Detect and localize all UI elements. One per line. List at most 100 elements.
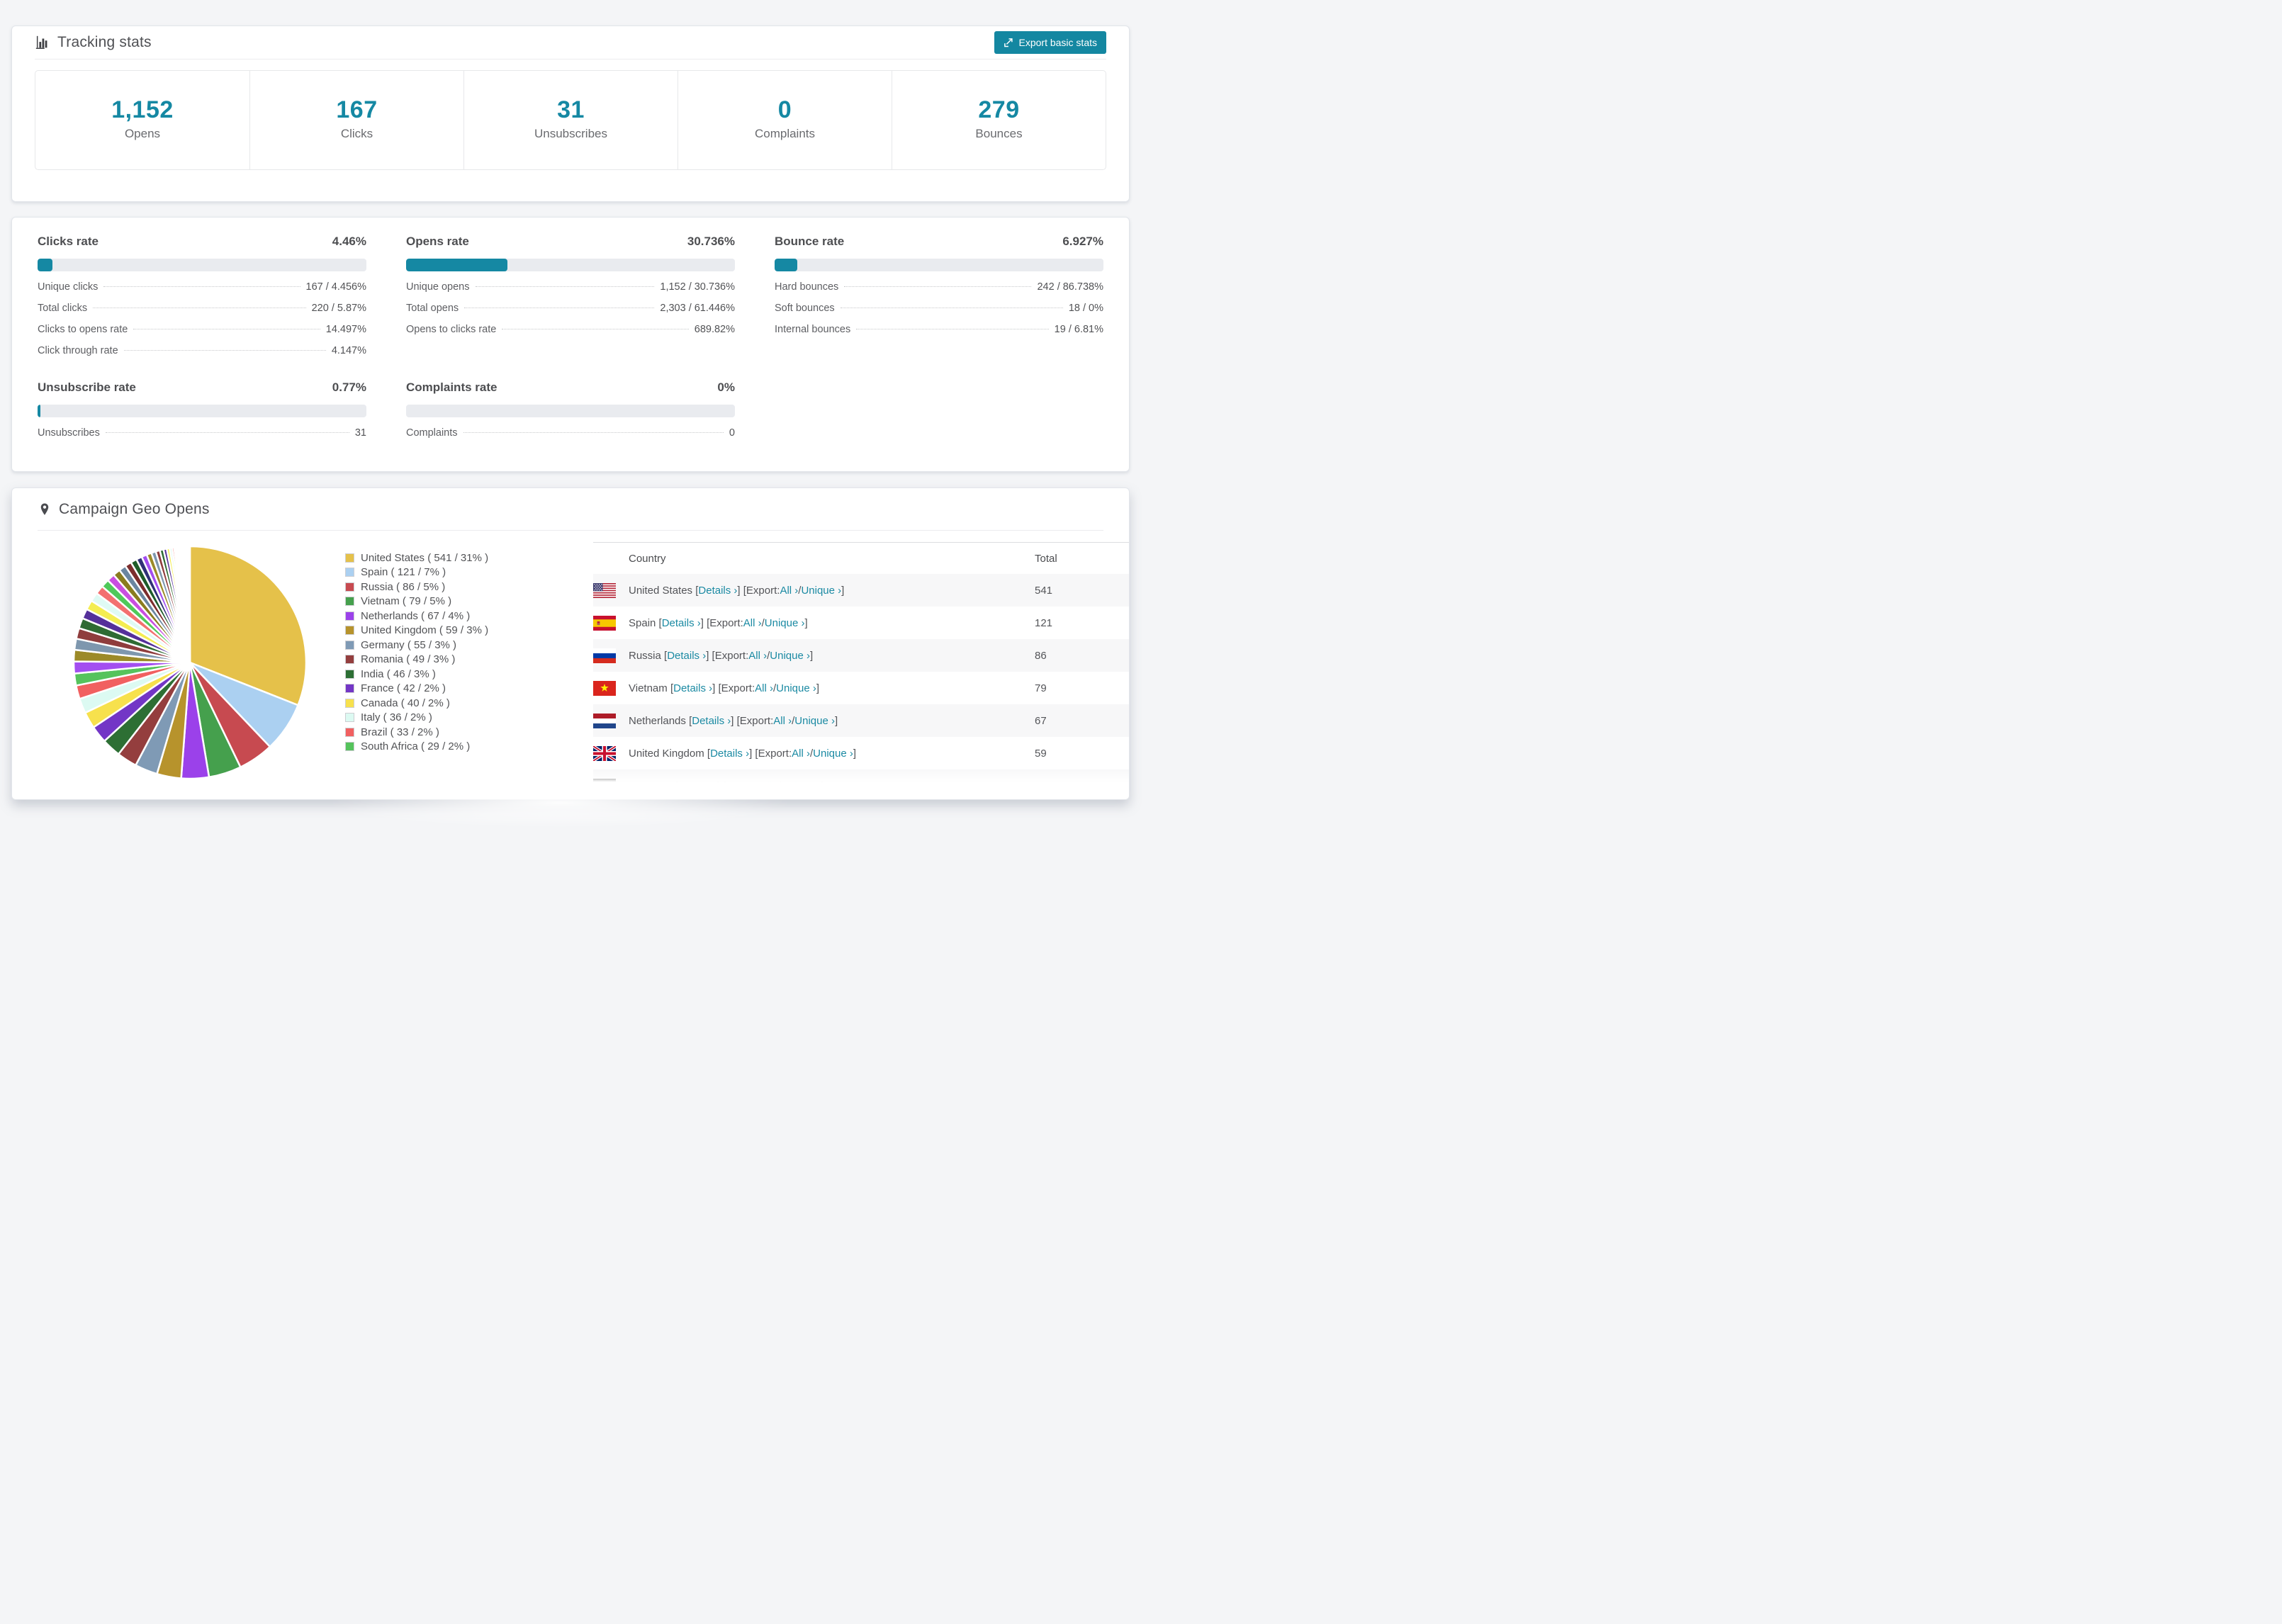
- export-all-link[interactable]: All ›: [792, 748, 810, 760]
- stat-line-label: Opens to clicks rate: [406, 324, 497, 335]
- legend-item-france[interactable]: France ( 42 / 2% ): [345, 682, 576, 697]
- details-link[interactable]: Details ›: [710, 748, 749, 760]
- export-unique-link[interactable]: Unique ›: [776, 682, 816, 694]
- geo-table-rows: United States [Details ›] [Export: All ›…: [593, 574, 1129, 786]
- stat-line-total-opens: Total opens 2,303 / 61.446%: [406, 303, 735, 324]
- country-flag-us: [593, 582, 616, 598]
- export-all-link[interactable]: All ›: [743, 617, 762, 629]
- legend-item-romania[interactable]: Romania ( 49 / 3% ): [345, 653, 576, 667]
- export-all-link[interactable]: All ›: [760, 780, 778, 786]
- stat-line-label: Clicks to opens rate: [38, 324, 128, 335]
- export-basic-stats-button[interactable]: Export basic stats: [994, 31, 1106, 54]
- pie-slice-other-65[interactable]: [189, 545, 191, 664]
- legend-item-brazil[interactable]: Brazil ( 33 / 2% ): [345, 725, 576, 740]
- legend-item-south-africa[interactable]: South Africa ( 29 / 2% ): [345, 740, 576, 755]
- details-link[interactable]: Details ›: [667, 650, 706, 662]
- geo-header: Campaign Geo Opens: [38, 488, 1103, 531]
- details-link[interactable]: Details ›: [678, 780, 717, 786]
- export-all-link[interactable]: All ›: [748, 650, 767, 662]
- total-cell-spain: 121: [1035, 616, 1053, 629]
- details-link[interactable]: Details ›: [673, 682, 712, 694]
- export-all-link[interactable]: All ›: [755, 682, 773, 694]
- stat-value-opens: 1,152: [111, 96, 174, 123]
- geo-table-header: Country Total: [593, 543, 1129, 574]
- export-prefix: ] [Export:: [737, 584, 780, 597]
- stat-line-opens-to-clicks-rate: Opens to clicks rate 689.82%: [406, 324, 735, 345]
- legend-item-netherlands[interactable]: Netherlands ( 67 / 4% ): [345, 609, 576, 624]
- country-cell-vietnam: Vietnam [Details ›] [Export: All › / Uni…: [593, 680, 1035, 696]
- rate-rows-unsubscribe-rate: Unsubscribes 31: [38, 427, 366, 449]
- stat-cell-complaints: 0 Complaints: [678, 71, 892, 170]
- stat-cell-clicks: 167 Clicks: [249, 71, 463, 170]
- bracket: ]: [841, 584, 845, 597]
- stat-line-label: Unique clicks: [38, 281, 99, 293]
- stat-line-value: 0: [729, 427, 735, 439]
- details-link[interactable]: Details ›: [698, 585, 737, 597]
- geo-body: United States ( 541 / 31% ) Spain ( 121 /…: [12, 531, 1129, 786]
- legend-item-united-kingdom[interactable]: United Kingdom ( 59 / 3% ): [345, 624, 576, 638]
- bar-chart-icon: [35, 35, 50, 50]
- export-button-label: Export basic stats: [1018, 37, 1098, 48]
- export-unique-link[interactable]: Unique ›: [801, 585, 841, 597]
- rate-value-unsubscribe-rate: 0.77%: [332, 380, 366, 394]
- stat-line-value: 2,303 / 61.446%: [660, 303, 735, 314]
- rate-title-clicks-rate: Clicks rate: [38, 235, 99, 248]
- rate-head-bounce-rate: Bounce rate 6.927%: [775, 235, 1103, 249]
- table-row-united-states: United States [Details ›] [Export: All ›…: [593, 574, 1129, 607]
- dotted-leader: [475, 286, 655, 287]
- export-prefix: ] [Export:: [700, 616, 743, 629]
- stat-line-unique-clicks: Unique clicks 167 / 4.456%: [38, 281, 366, 303]
- stat-line-value: 220 / 5.87%: [311, 303, 366, 314]
- legend-label: France ( 42 / 2% ): [361, 682, 446, 695]
- stat-value-complaints: 0: [777, 96, 792, 123]
- progress-fill-opens-rate: [406, 259, 507, 271]
- progress-fill-clicks-rate: [38, 259, 52, 271]
- tracking-stats-header: Tracking stats Export basic stats: [35, 26, 1106, 60]
- map-pin-icon: [38, 502, 52, 517]
- country-flag-nl: [593, 713, 616, 728]
- legend-item-spain[interactable]: Spain ( 121 / 7% ): [345, 565, 576, 580]
- stat-line-value: 1,152 / 30.736%: [660, 281, 735, 293]
- country-flag-gb: [593, 745, 616, 761]
- total-cell-germany: 55: [1035, 779, 1047, 786]
- legend-item-russia[interactable]: Russia ( 86 / 5% ): [345, 580, 576, 594]
- country-name: Netherlands: [629, 714, 690, 727]
- legend-item-vietnam[interactable]: Vietnam ( 79 / 5% ): [345, 594, 576, 609]
- export-unique-link[interactable]: Unique ›: [813, 748, 853, 760]
- rate-title-unsubscribe-rate: Unsubscribe rate: [38, 380, 136, 394]
- country-cell-russia: Russia [Details ›] [Export: All › / Uniq…: [593, 648, 1035, 663]
- legend-label: India ( 46 / 3% ): [361, 667, 436, 680]
- stat-line-value: 14.497%: [325, 324, 366, 335]
- rate-value-bounce-rate: 6.927%: [1062, 235, 1103, 248]
- stat-line-label: Soft bounces: [775, 303, 835, 314]
- legend-item-italy[interactable]: Italy ( 36 / 2% ): [345, 711, 576, 726]
- legend-item-india[interactable]: India ( 46 / 3% ): [345, 667, 576, 682]
- details-link[interactable]: Details ›: [692, 715, 731, 727]
- export-all-link[interactable]: All ›: [780, 585, 798, 597]
- stat-line-value: 4.147%: [331, 345, 366, 356]
- stat-line-value: 19 / 6.81%: [1054, 324, 1103, 335]
- total-cell-united-kingdom: 59: [1035, 747, 1047, 760]
- stat-label-clicks: Clicks: [340, 127, 373, 141]
- export-all-link[interactable]: All ›: [773, 715, 792, 727]
- stat-line-label: Total opens: [406, 303, 459, 314]
- details-link[interactable]: Details ›: [662, 617, 701, 629]
- export-unique-link[interactable]: Unique ›: [794, 715, 835, 727]
- legend-item-canada[interactable]: Canada ( 40 / 2% ): [345, 696, 576, 711]
- dotted-leader: [463, 432, 724, 433]
- geo-country-table: Country Total United States [Details ›] …: [593, 542, 1129, 786]
- country-cell-united-states: United States [Details ›] [Export: All ›…: [593, 582, 1035, 598]
- progress-fill-unsubscribe-rate: [38, 405, 40, 417]
- legend-item-united-states[interactable]: United States ( 541 / 31% ): [345, 551, 576, 565]
- export-unique-link[interactable]: Unique ›: [770, 650, 810, 662]
- country-name: United States: [629, 584, 696, 597]
- export-unique-link[interactable]: Unique ›: [765, 617, 805, 629]
- legend-label: Romania ( 49 / 3% ): [361, 653, 456, 666]
- dotted-leader: [123, 350, 326, 351]
- legend-label: South Africa ( 29 / 2% ): [361, 740, 471, 753]
- legend-item-germany[interactable]: Germany ( 55 / 3% ): [345, 638, 576, 653]
- stat-line-value: 31: [354, 427, 366, 439]
- rate-value-clicks-rate: 4.46%: [332, 235, 366, 248]
- export-unique-link[interactable]: Unique ›: [781, 780, 821, 786]
- stat-line-value: 242 / 86.738%: [1037, 281, 1103, 293]
